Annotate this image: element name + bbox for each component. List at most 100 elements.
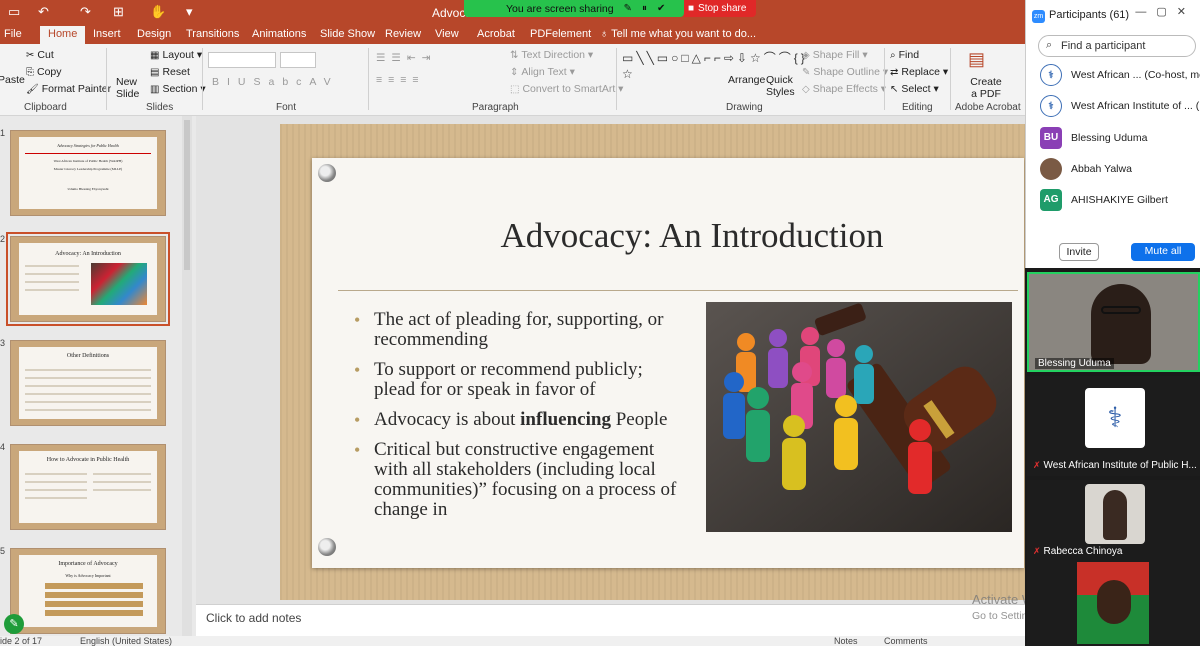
tab-acrobat[interactable]: Acrobat <box>477 28 515 40</box>
video-gallery: Blessing Uduma ⚕ ✗ West African Institute… <box>1025 268 1200 646</box>
participant-row[interactable]: AG AHISHAKIYE Gilbert <box>1040 189 1200 215</box>
font-size-box[interactable] <box>280 52 316 68</box>
scrollbar-thumb[interactable] <box>184 120 190 270</box>
thumb-text <box>25 273 79 275</box>
zoom-annotation-icon[interactable]: ✎ <box>4 614 24 634</box>
stop-share-label: Stop share <box>698 3 747 14</box>
slide-thumbnail-2[interactable]: Advocacy: An Introduction <box>6 232 170 326</box>
tab-view[interactable]: View <box>435 28 459 40</box>
shapes-gallery[interactable]: ▭╲╲▭○□△⌐⌐⇨⇩☆⌒⌒{}☆ <box>622 50 805 96</box>
slide-thumbnail-1[interactable]: Advocacy Strategies for Public Health We… <box>10 130 166 216</box>
replace-button[interactable]: ⇄ Replace ▾ <box>890 66 948 78</box>
bullet-list[interactable]: The act of pleading for, supporting, or … <box>352 310 682 530</box>
thumbnail-scrollbar[interactable] <box>182 116 192 636</box>
layout-icon: ▦ <box>150 50 160 61</box>
slide-title[interactable]: Advocacy: An Introduction <box>412 216 972 256</box>
font-format-buttons[interactable]: BIUSabcAV <box>212 76 339 88</box>
cut-button[interactable]: ✂ Cut <box>26 49 54 61</box>
tab-file[interactable]: File <box>4 28 22 40</box>
participants-title: Participants (61) <box>1049 9 1130 21</box>
font-name-box[interactable] <box>208 52 276 68</box>
touch-mode-icon[interactable]: ✋ <box>150 4 166 20</box>
align-text-button[interactable]: ⇕ Align Text ▾ <box>510 66 575 78</box>
redo-icon[interactable]: ↷ <box>80 4 91 20</box>
find-button[interactable]: ⌕ Find <box>890 49 919 61</box>
thumb-title: How to Advocate in Public Health <box>46 457 130 463</box>
tell-me-box[interactable]: ♁ Tell me what you want to do... <box>600 28 756 40</box>
thumb-number: 3 <box>0 338 6 348</box>
section-button[interactable]: ▥ Section ▾ <box>150 83 206 95</box>
align-buttons[interactable]: ≡≡≡≡ <box>376 74 425 86</box>
quick-styles-button[interactable]: Quick Styles <box>766 74 796 98</box>
window-controls[interactable]: —▢✕ <box>1135 5 1196 18</box>
present-icon[interactable]: ⊞ <box>113 4 124 20</box>
search-icon: ⌕ <box>1046 39 1053 51</box>
shape-outline-button[interactable]: ✎ Shape Outline ▾ <box>802 66 888 78</box>
customize-qat-icon[interactable]: ▾ <box>186 4 193 20</box>
video-name: West African Institute of Public H... <box>1043 460 1197 471</box>
status-bar: ide 2 of 17 English (United States) Note… <box>0 636 1025 646</box>
mute-all-button[interactable]: Mute all <box>1131 243 1195 261</box>
slide-thumbnail-5[interactable]: Importance of Advocacy Why is Advocacy I… <box>10 548 166 634</box>
language-indicator[interactable]: English (United States) <box>80 636 172 646</box>
pushpin-icon <box>318 538 336 556</box>
thumb-text <box>25 369 151 371</box>
tab-insert[interactable]: Insert <box>93 28 121 40</box>
tab-transitions[interactable]: Transitions <box>186 28 239 40</box>
video-tile-active-speaker[interactable]: Blessing Uduma <box>1027 272 1200 372</box>
video-tile[interactable] <box>1027 560 1200 646</box>
reset-button[interactable]: ▤ Reset <box>150 66 190 78</box>
tab-home[interactable]: Home <box>40 26 86 44</box>
copy-label: Copy <box>37 66 62 78</box>
create-pdf-button[interactable]: Create a PDF <box>970 76 1002 100</box>
paste-button[interactable]: Paste <box>0 74 25 86</box>
notes-toggle[interactable]: Notes <box>834 636 858 646</box>
participant-row[interactable]: ⚕ West African ... (Co-host, me) <box>1040 64 1200 90</box>
convert-smartart-button[interactable]: ⬚ Convert to SmartArt ▾ <box>510 83 623 95</box>
section-label: Section <box>162 83 198 95</box>
copy-button[interactable]: ⎘ Copy <box>26 66 62 78</box>
current-slide[interactable]: Advocacy: An Introduction The act of ple… <box>280 124 1026 600</box>
pencil-icon[interactable]: ✎ <box>624 3 632 14</box>
shape-effects-button[interactable]: ◇ Shape Effects ▾ <box>802 83 886 95</box>
shape-fill-button[interactable]: ◈ Shape Fill ▾ <box>802 49 868 61</box>
new-slide-button[interactable]: New Slide <box>116 76 146 100</box>
participant-row[interactable]: ⚕ West African Institute of ... (H <box>1040 95 1200 121</box>
thumb-number: 4 <box>0 442 6 452</box>
tab-review[interactable]: Review <box>385 28 421 40</box>
slide-card: Advocacy: An Introduction The act of ple… <box>312 158 1024 568</box>
participant-search-input[interactable]: ⌕ Find a participant <box>1038 35 1196 57</box>
copy-icon: ⎘ <box>26 67 34 78</box>
video-name-label: ✗ Rabecca Chinoya <box>1033 546 1122 557</box>
tab-pdfelement[interactable]: PDFelement <box>530 28 591 40</box>
pause-icon[interactable]: ⏸ <box>642 3 647 14</box>
speaker-video <box>1091 284 1151 364</box>
participant-row[interactable]: BU Blessing Uduma <box>1040 127 1200 153</box>
stop-share-button[interactable]: ■ Stop share <box>684 0 756 17</box>
slide-thumbnail-4[interactable]: How to Advocate in Public Health <box>10 444 166 530</box>
tab-design[interactable]: Design <box>137 28 171 40</box>
list-buttons[interactable]: ☰☰⇤⇥ <box>376 52 436 64</box>
slide-thumbnail-3[interactable]: Other Definitions <box>10 340 166 426</box>
select-button[interactable]: ↖ Select ▾ <box>890 83 939 95</box>
text-direction-button[interactable]: ⇅ Text Direction ▾ <box>510 49 593 61</box>
advocacy-photo[interactable] <box>706 302 1012 532</box>
notes-pane[interactable]: Click to add notes <box>196 604 1026 634</box>
comments-toggle[interactable]: Comments <box>884 636 928 646</box>
video-tile[interactable]: ⚕ ✗ West African Institute of Public H... <box>1027 376 1200 476</box>
arrange-button[interactable]: Arrange <box>728 74 765 86</box>
invite-button[interactable]: Invite <box>1059 243 1099 261</box>
bullet-item: To support or recommend publicly; plead … <box>352 360 682 400</box>
save-icon[interactable]: ▭ <box>8 4 20 20</box>
thumb-card: Advocacy Strategies for Public Health We… <box>19 137 157 209</box>
thumb-line: Udumo Blessing Ebyonyushi <box>67 187 109 191</box>
thumb-text <box>25 473 87 475</box>
undo-icon[interactable]: ↶ <box>38 4 49 20</box>
tab-slide-show[interactable]: Slide Show <box>320 28 375 40</box>
shield-check-icon: ✔ <box>657 3 666 14</box>
tab-animations[interactable]: Animations <box>252 28 306 40</box>
format-painter-button[interactable]: 🖌 Format Painter <box>26 83 111 95</box>
participant-row[interactable]: Abbah Yalwa <box>1040 158 1200 184</box>
search-placeholder: Find a participant <box>1061 40 1146 52</box>
layout-button[interactable]: ▦ Layout ▾ <box>150 49 202 61</box>
